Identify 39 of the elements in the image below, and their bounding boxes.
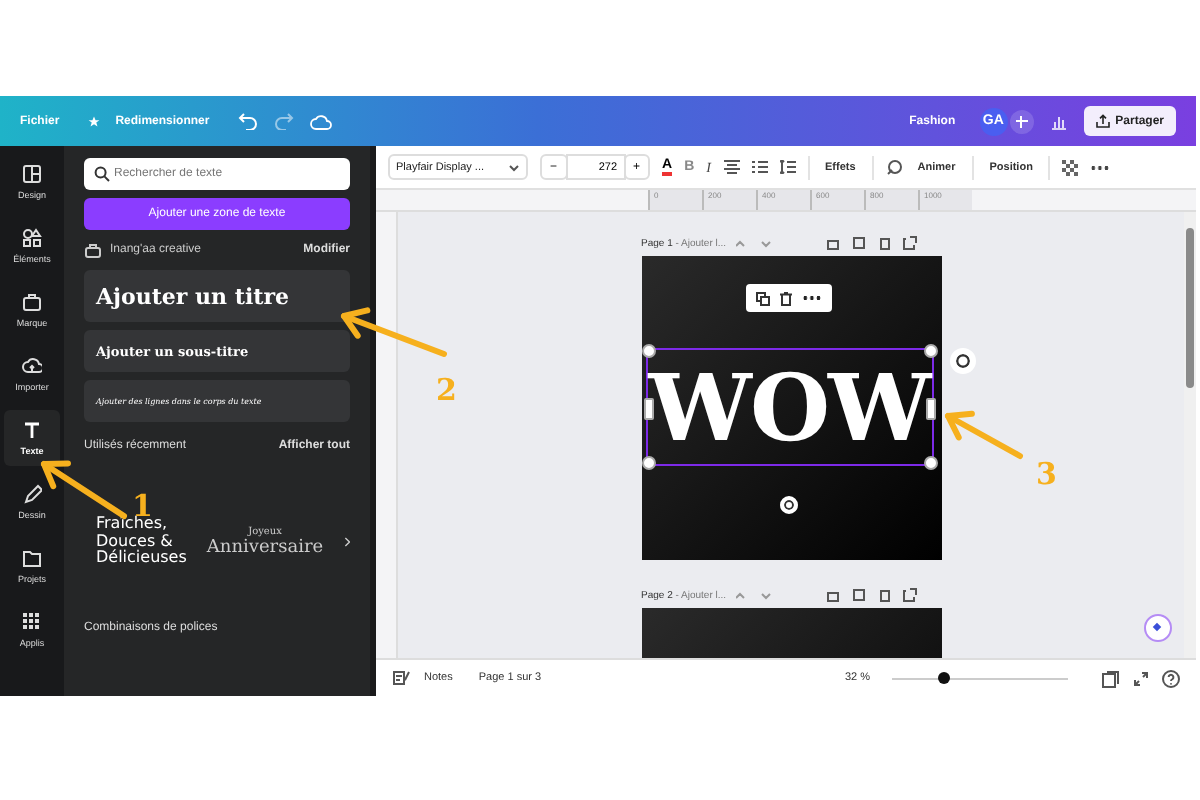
text-box[interactable]: WOW [645,348,933,466]
annotation-number: 2 [436,372,457,408]
page-actions-drawing[interactable] [826,588,919,602]
bar-chart-icon[interactable] [1049,113,1068,129]
cloud-icon[interactable] [309,113,332,129]
folder-icon [22,548,42,568]
rotate-handle-icon[interactable] [779,496,797,514]
animate-icon [885,159,902,175]
briefcase-icon [22,292,42,312]
undo-icon[interactable] [237,112,258,130]
font-preview[interactable]: Fraîches, Douces & Délicieuses [96,516,187,568]
share-icon [1095,114,1110,128]
title-text-style[interactable]: Ajouter un titre [84,270,350,322]
chevron-right-icon[interactable] [343,534,350,550]
align-center-icon[interactable] [723,160,739,174]
layout-icon [22,164,42,184]
trash-icon[interactable] [779,291,791,305]
refresh-icon[interactable] [949,348,975,374]
shapes-icon [22,228,42,248]
search-icon [94,166,110,182]
grid-icon [22,612,42,632]
caret-icon [508,163,520,171]
transparency-icon[interactable] [1062,159,1079,175]
fullscreen-icon[interactable] [1134,671,1148,685]
cloud-icon [22,356,42,376]
magic-assistant-icon[interactable] [1144,614,1172,642]
star-icon [87,115,100,127]
pages-grid-icon[interactable] [1102,669,1120,687]
spacing-icon[interactable] [779,160,795,174]
help-icon[interactable] [1162,669,1180,687]
list-icon[interactable] [751,160,767,174]
add-collaborator-icon[interactable] [1009,109,1034,133]
annotation-number: 3 [1036,456,1057,492]
copy-icon[interactable] [755,291,769,305]
text-icon [22,420,42,440]
lock-icon [84,242,102,258]
notes-icon[interactable] [392,670,410,686]
pen-icon [22,484,42,504]
page-actions-drawing[interactable] [826,236,919,250]
